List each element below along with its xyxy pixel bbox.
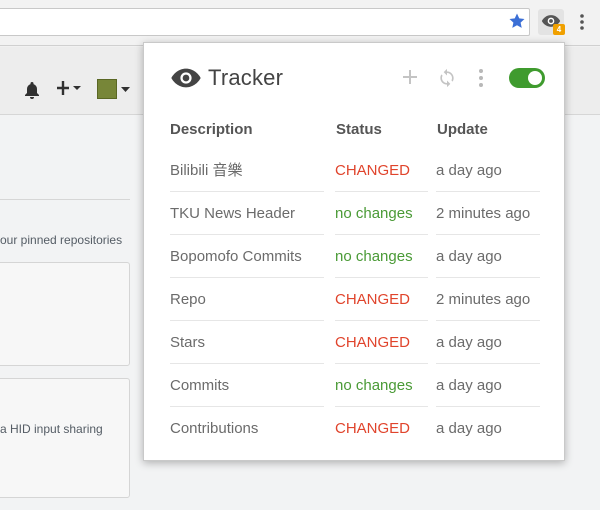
star-icon[interactable] — [508, 12, 526, 30]
row-description: Stars — [170, 322, 324, 364]
row-update: a day ago — [436, 236, 540, 278]
table-row[interactable]: Repo CHANGED 2 minutes ago — [170, 279, 540, 322]
plus-icon[interactable] — [57, 80, 83, 96]
add-icon[interactable] — [401, 68, 419, 86]
table-row[interactable]: Stars CHANGED a day ago — [170, 322, 540, 365]
bell-icon[interactable] — [24, 81, 40, 99]
address-bar[interactable] — [0, 8, 530, 36]
row-description: TKU News Header — [170, 193, 324, 235]
browser-toolbar: 4 — [0, 0, 600, 46]
divider — [0, 199, 130, 200]
chevron-down-icon[interactable] — [121, 87, 130, 93]
table-row[interactable]: Contributions CHANGED a day ago — [170, 408, 540, 451]
table-row[interactable]: TKU News Header no changes 2 minutes ago — [170, 193, 540, 236]
column-header-status: Status — [336, 121, 382, 138]
tracker-extension-button[interactable]: 4 — [538, 9, 565, 35]
refresh-icon[interactable] — [437, 68, 457, 88]
row-update: a day ago — [436, 150, 540, 192]
menu-dots-icon[interactable] — [575, 12, 589, 32]
pinned-repos-text: our pinned repositories — [0, 233, 123, 247]
table-row[interactable]: Bopomofo Commits no changes a day ago — [170, 236, 540, 279]
row-status: no changes — [335, 236, 428, 278]
repo-card[interactable] — [0, 262, 130, 366]
popup-header: Tracker — [144, 43, 564, 111]
row-description: Repo — [170, 279, 324, 321]
row-status: no changes — [335, 365, 428, 407]
row-status: CHANGED — [335, 150, 428, 192]
row-update: a day ago — [436, 322, 540, 364]
table-row[interactable]: Bilibili 音樂 CHANGED a day ago — [170, 150, 540, 193]
more-vert-icon[interactable] — [478, 68, 484, 88]
extension-badge: 4 — [553, 24, 565, 35]
avatar[interactable] — [97, 79, 117, 99]
repo-card-description: a HID input sharing — [0, 422, 103, 436]
row-update: 2 minutes ago — [436, 193, 540, 235]
column-header-update: Update — [437, 121, 488, 138]
row-description: Bopomofo Commits — [170, 236, 324, 278]
row-description: Bilibili 音樂 — [170, 150, 324, 192]
row-status: CHANGED — [335, 420, 411, 437]
table-row[interactable]: Commits no changes a day ago — [170, 365, 540, 408]
row-update: a day ago — [436, 420, 502, 437]
eye-icon — [171, 68, 201, 88]
row-description: Contributions — [170, 420, 259, 437]
app-title: Tracker — [208, 65, 284, 90]
enable-toggle[interactable] — [509, 68, 545, 88]
column-header-description: Description — [170, 121, 253, 138]
row-update: 2 minutes ago — [436, 279, 540, 321]
row-status: no changes — [335, 193, 428, 235]
row-update: a day ago — [436, 365, 540, 407]
row-status: CHANGED — [335, 322, 428, 364]
row-description: Commits — [170, 365, 324, 407]
tracker-popup: Tracker Description Status Update Bilibi… — [143, 42, 565, 461]
row-status: CHANGED — [335, 279, 428, 321]
toggle-knob — [528, 71, 542, 85]
repo-card[interactable] — [0, 378, 130, 498]
